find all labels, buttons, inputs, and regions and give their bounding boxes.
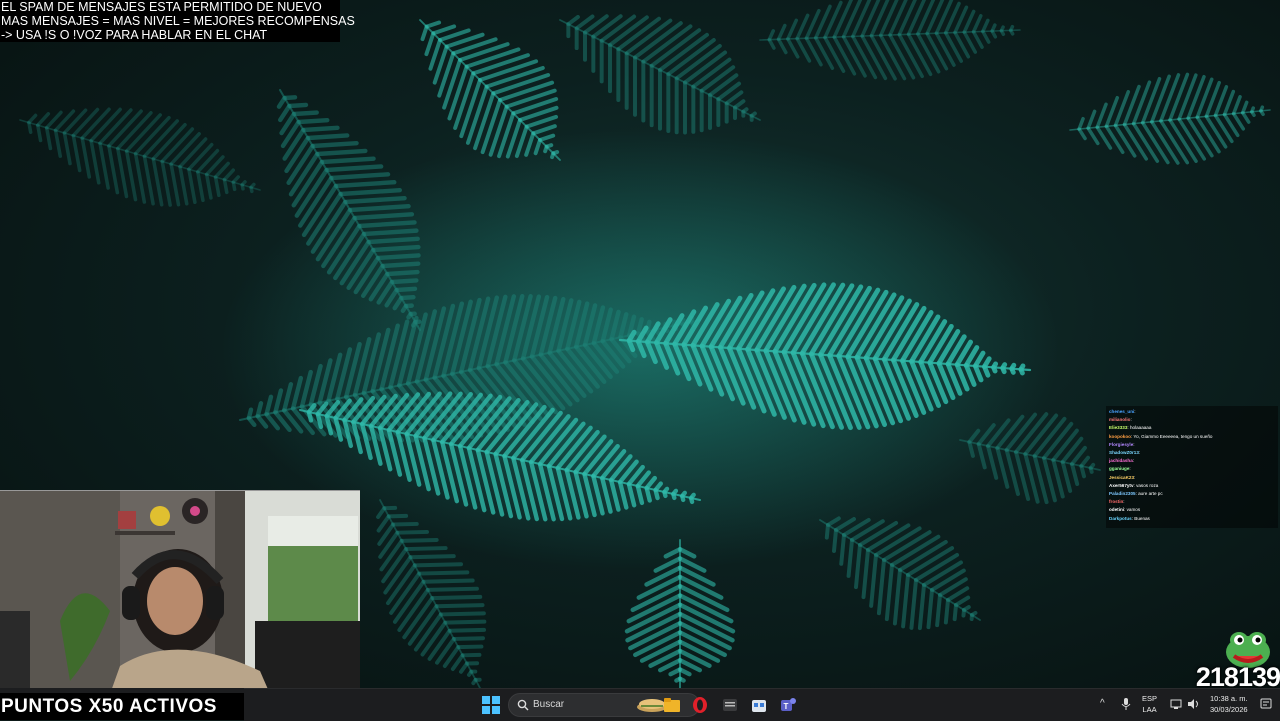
webcam-image [0, 491, 360, 694]
search-placeholder: Buscar [533, 699, 564, 710]
chat-message: ShadowZ0r13: [1109, 449, 1275, 457]
chat-username: Axer567ytv [1109, 483, 1134, 488]
chat-text: : [1139, 450, 1140, 455]
chat-text: : [1133, 458, 1134, 463]
microphone-icon[interactable] [1121, 697, 1131, 711]
chat-username: jachidasha [1109, 458, 1133, 463]
announcement-line: MAS MENSAJES = MAS NIVEL = MEJORES RECOM… [1, 14, 340, 28]
chat-text: : vamos [1124, 507, 1140, 512]
teams-icon[interactable]: T [778, 695, 798, 715]
stream-announcement-overlay: EL SPAM DE MENSAJES ESTA PERMITIDO DE NU… [0, 0, 340, 42]
notification-icon[interactable] [1260, 698, 1272, 710]
chat-text: : [1134, 475, 1135, 480]
chat-message: Axer567ytv: vasos roza [1109, 482, 1275, 490]
announcement-line: EL SPAM DE MENSAJES ESTA PERMITIDO DE NU… [1, 0, 340, 14]
search-icon [517, 699, 529, 711]
chat-text: : Buenas [1132, 516, 1150, 521]
chat-username: ShadowZ0r13 [1109, 450, 1139, 455]
chat-username: gganiuge [1109, 466, 1129, 471]
taskbar-left-strip [0, 688, 244, 693]
chat-message: frostin: [1109, 498, 1275, 506]
chat-text: : [1133, 442, 1134, 447]
chat-text: : [1123, 499, 1124, 504]
svg-text:T: T [784, 702, 789, 711]
chat-text: : [1129, 466, 1130, 471]
chat-overlay: chenes_uni: milianolio: Elie3333: holaaa… [1106, 406, 1278, 528]
chat-message: odetini: vamos [1109, 506, 1275, 514]
app-icon[interactable] [720, 695, 740, 715]
announcement-line: -> USA !S O !VOZ PARA HABLAR EN EL CHAT [1, 28, 340, 42]
chat-username: koopokoo [1109, 434, 1131, 439]
chat-text: : vasos roza [1134, 483, 1159, 488]
windows-start-icon[interactable] [482, 696, 500, 714]
chat-username: Florgiesyle [1109, 442, 1133, 447]
chat-message: Paladin2305: aure arte pc [1109, 490, 1275, 498]
system-clock[interactable]: 10:38 a. m. 30/03/2026 [1210, 693, 1248, 715]
chat-message: chenes_uni: [1109, 408, 1275, 416]
chat-username: frostin [1109, 499, 1123, 504]
chat-message: gganiuge: [1109, 465, 1275, 473]
store-icon[interactable] [749, 695, 769, 715]
chat-text: : [1134, 409, 1135, 414]
clock-time: 10:38 a. m. [1210, 693, 1248, 704]
chat-message: milianolio: [1109, 416, 1275, 424]
chat-username: milianolio [1109, 417, 1130, 422]
tray-overflow-chevron-icon[interactable]: ^ [1100, 698, 1105, 709]
keyboard-layout: LAA [1142, 704, 1157, 715]
chat-username: Paladin2305 [1109, 491, 1136, 496]
clock-date: 30/03/2026 [1210, 704, 1248, 715]
chat-message: Florgiesyle: [1109, 441, 1275, 449]
input-language-indicator[interactable]: ESP LAA [1142, 693, 1157, 715]
chat-message: JessicaK23: [1109, 474, 1275, 482]
chat-text: : Yo, Giammo Eeeeeea, tengo un sueño [1131, 434, 1212, 439]
opera-icon[interactable] [690, 695, 710, 715]
chat-text: : [1130, 417, 1131, 422]
chat-username: JessicaK23 [1109, 475, 1134, 480]
chat-username: odetini [1109, 507, 1124, 512]
chat-username: Elie3333 [1109, 425, 1127, 430]
chat-message: Darkpotus: Buenas [1109, 515, 1275, 523]
chat-text: : aure arte pc [1136, 491, 1163, 496]
chat-username: Darkpotus [1109, 516, 1132, 521]
language-code: ESP [1142, 693, 1157, 704]
chat-username: chenes_uni [1109, 409, 1134, 414]
points-banner: PUNTOS X50 ACTIVOS [0, 693, 245, 720]
chat-text: : holaaaaaa [1127, 425, 1151, 430]
network-volume-icons[interactable] [1170, 697, 1204, 711]
chat-message: jachidasha: [1109, 457, 1275, 465]
chat-message: koopokoo: Yo, Giammo Eeeeeea, tengo un s… [1109, 433, 1275, 441]
webcam-feed [0, 490, 360, 694]
taskbar: Buscar T ^ ESP LAA [244, 688, 1280, 721]
chat-message: Elie3333: holaaaaaa [1109, 424, 1275, 432]
file-explorer-icon[interactable] [662, 695, 682, 715]
